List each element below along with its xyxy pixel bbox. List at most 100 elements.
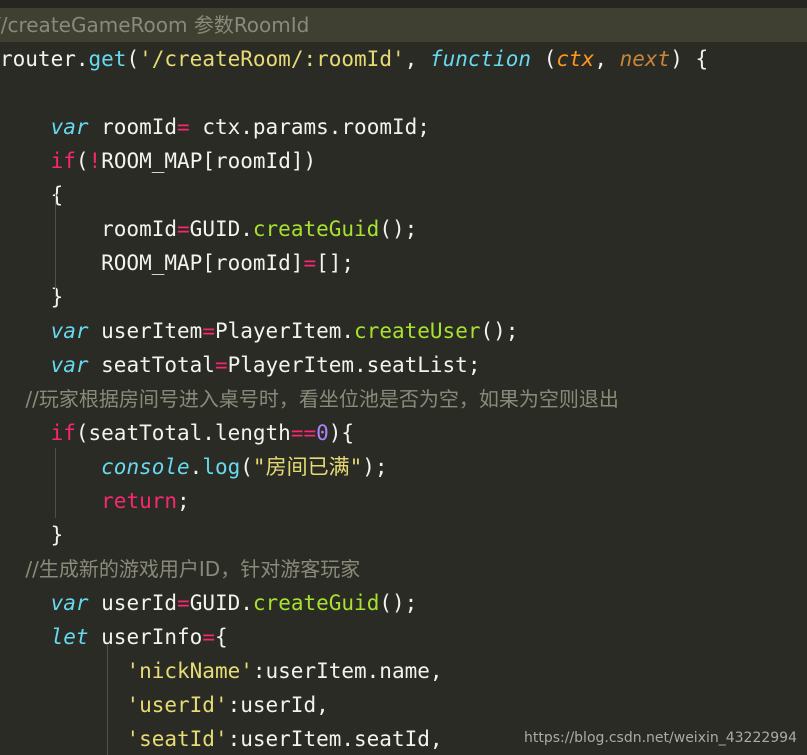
code-token: let (50, 625, 89, 649)
code-line[interactable]: var roomId= ctx.params.roomId; (0, 110, 807, 144)
code-token: :userItem.name, (252, 659, 443, 683)
code-token: (seatTotal.length (75, 421, 291, 445)
code-line[interactable]: if(seatTotal.length==0){ (0, 416, 807, 450)
code-line[interactable]: var userId=GUID.createGuid(); (0, 586, 807, 620)
code-token: ! (88, 149, 102, 173)
code-token: ; (177, 489, 190, 513)
code-line[interactable]: roomId=GUID.createGuid(); (0, 212, 807, 246)
code-token: = (303, 251, 317, 275)
code-line[interactable]: if(!ROOM_MAP[roomId]) (0, 144, 807, 178)
code-line[interactable]: //玩家根据房间号进入桌号时，看坐位池是否为空，如果为空则退出 (0, 382, 807, 416)
code-token: var (50, 319, 89, 343)
code-token: ROOM_MAP[roomId]) (101, 149, 317, 173)
code-token: ( (126, 47, 140, 71)
code-line[interactable]: router.get('/createRoom/:roomId', functi… (0, 42, 807, 76)
code-line[interactable] (0, 76, 807, 110)
code-token: (); (379, 217, 418, 241)
code-token: :userId, (227, 693, 329, 717)
code-line[interactable]: //createGameRoom 参数RoomId (0, 8, 807, 42)
code-token: } (0, 285, 64, 309)
code-token: //生成新的游戏用户ID，针对游客玩家 (0, 557, 361, 581)
code-token: ); (362, 455, 388, 479)
code-line[interactable]: //生成新的游戏用户ID，针对游客玩家 (0, 552, 807, 586)
code-token: ( (75, 149, 89, 173)
code-token: , (594, 47, 620, 71)
code-token: console (101, 455, 190, 479)
code-token: ( (531, 47, 557, 71)
code-token: []; (316, 251, 355, 275)
indent-guide (55, 194, 56, 297)
code-token: router. (0, 47, 89, 71)
code-line[interactable]: 'nickName':userItem.name, (0, 654, 807, 688)
code-token: 'userId' (126, 693, 228, 717)
indent-guide (107, 645, 108, 755)
code-line[interactable]: return; (0, 484, 807, 518)
code-editor[interactable]: //createGameRoom 参数RoomId router.get('/cr… (0, 0, 807, 755)
code-line[interactable]: 'userId':userId, (0, 688, 807, 722)
code-token: userInfo (88, 625, 203, 649)
code-token: GUID. (189, 591, 253, 615)
code-token: = (177, 217, 190, 241)
code-token: = (177, 115, 190, 139)
code-token: if (50, 421, 76, 445)
code-line[interactable]: { (0, 178, 807, 212)
code-token: 'nickName' (126, 659, 253, 683)
code-token: PlayerItem. (214, 319, 355, 343)
code-token: createUser (354, 319, 481, 343)
code-token: return (101, 489, 178, 513)
code-line[interactable]: } (0, 518, 807, 552)
code-token: '/createRoom/:roomId' (139, 47, 405, 71)
code-token: { (214, 625, 228, 649)
code-line[interactable]: } (0, 280, 807, 314)
code-token: (); (480, 319, 519, 343)
code-token: ctx.params.roomId; (189, 115, 430, 139)
code-token: GUID. (189, 217, 253, 241)
code-token: //createGameRoom 参数RoomId (0, 13, 310, 37)
code-token: roomId (88, 115, 178, 139)
code-line[interactable]: console.log("房间已满"); (0, 450, 807, 484)
code-token: roomId (0, 217, 178, 241)
code-token: createGuid (252, 591, 380, 615)
indent-guide (55, 448, 56, 518)
code-token: 'seatId' (126, 727, 228, 751)
code-token: function (429, 47, 532, 71)
code-token: { (0, 183, 64, 207)
code-token: userId (88, 591, 178, 615)
code-token: createGuid (252, 217, 380, 241)
code-token: if (50, 149, 76, 173)
code-token: = (202, 319, 215, 343)
code-token: userItem (88, 319, 203, 343)
code-token: = (177, 591, 190, 615)
code-line[interactable]: ROOM_MAP[roomId]=[]; (0, 246, 807, 280)
code-token: 0 (316, 421, 329, 445)
code-token: "房间已满" (252, 455, 363, 479)
code-token: var (50, 591, 89, 615)
code-token: ) { (670, 47, 709, 71)
code-token: ROOM_MAP[roomId] (0, 251, 304, 275)
code-lines-container[interactable]: //createGameRoom 参数RoomId router.get('/cr… (0, 8, 807, 755)
code-token: var (50, 353, 89, 377)
code-token: log (202, 455, 241, 479)
code-token: :userItem.seatId, (227, 727, 443, 751)
code-line[interactable]: var userItem=PlayerItem.createUser(); (0, 314, 807, 348)
code-token: , (404, 47, 430, 71)
code-line[interactable]: let userInfo={ (0, 620, 807, 654)
code-token: //玩家根据房间号进入桌号时，看坐位池是否为空，如果为空则退出 (0, 387, 619, 411)
code-token: ( (240, 455, 253, 479)
code-token: get (88, 47, 127, 71)
code-token: == (290, 421, 317, 445)
code-token: = (214, 353, 228, 377)
code-token: ){ (328, 421, 355, 445)
code-token: ctx (556, 47, 595, 71)
code-line[interactable]: var seatTotal=PlayerItem.seatList; (0, 348, 807, 382)
code-token: PlayerItem.seatList; (227, 353, 481, 377)
code-token: } (0, 523, 64, 547)
